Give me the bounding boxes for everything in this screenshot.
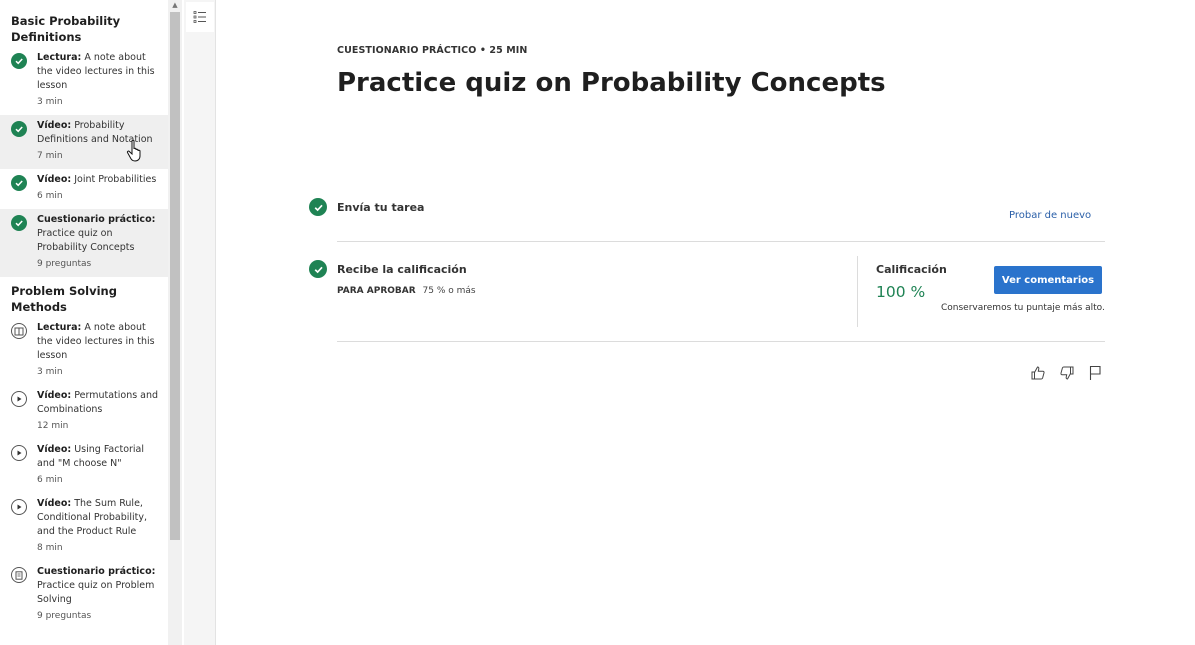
item-meta: 9 preguntas [37, 611, 92, 621]
item-name: Joint Probabilities [74, 174, 157, 185]
submit-step-label: Envía tu tarea [337, 201, 425, 214]
section-title-problem-solving: Problem Solving Methods [11, 284, 117, 314]
app-window: Basic Probability Definitions Lectura: A… [0, 0, 1195, 645]
item-meta: 12 min [37, 421, 69, 431]
item-type: Vídeo: [37, 174, 72, 185]
highest-score-note: Conservaremos tu puntaje más alto. [941, 303, 1105, 313]
divider [337, 241, 1105, 242]
sidebar-item-video-permutations[interactable]: Vídeo: Permutations and Combinations 12 … [0, 385, 168, 439]
item-type-eyebrow: CUESTIONARIO PRÁCTICO • 25 MIN [337, 45, 528, 56]
item-type: Vídeo: [37, 444, 72, 455]
check-circle-icon [309, 198, 327, 216]
thumbs-up-icon[interactable] [1029, 364, 1047, 382]
main-content: CUESTIONARIO PRÁCTICO • 25 MIN Practice … [217, 0, 1195, 645]
vertical-divider [857, 256, 858, 327]
check-circle-icon [11, 175, 27, 191]
sidebar-item-reading-note-2[interactable]: Lectura: A note about the video lectures… [0, 317, 168, 385]
play-icon [11, 391, 27, 407]
sidebar-item-quiz-problem-solving[interactable]: Cuestionario práctico: Practice quiz on … [0, 561, 168, 629]
scroll-up-arrow-icon[interactable]: ▲ [168, 0, 182, 10]
divider [337, 341, 1105, 342]
sidebar-item-video-joint-probabilities[interactable]: Vídeo: Joint Probabilities 6 min [0, 169, 168, 209]
item-type: Cuestionario práctico: [37, 566, 156, 577]
check-circle-icon [11, 53, 27, 69]
item-type: Cuestionario práctico: [37, 214, 156, 225]
table-of-contents-button[interactable] [186, 2, 214, 32]
pass-value: 75 % o más [422, 286, 476, 296]
thumbs-down-icon[interactable] [1058, 364, 1076, 382]
check-circle-icon [309, 260, 327, 278]
course-sidebar: Basic Probability Definitions Lectura: A… [0, 0, 168, 645]
sidebar-item-video-factorial[interactable]: Vídeo: Using Factorial and "M choose N" … [0, 439, 168, 493]
play-icon [11, 499, 27, 515]
section-title-basic: Basic Probability Definitions [11, 14, 121, 44]
item-meta: 9 preguntas [37, 259, 92, 269]
check-circle-icon [11, 215, 27, 231]
item-meta: 8 min [37, 543, 63, 553]
item-meta: 3 min [37, 97, 63, 107]
sidebar-item-reading-note[interactable]: Lectura: A note about the video lectures… [0, 47, 168, 115]
scrollbar-thumb[interactable] [170, 12, 180, 540]
item-meta: 3 min [37, 367, 63, 377]
pass-label: PARA APROBAR [337, 286, 416, 296]
flag-icon[interactable] [1086, 364, 1104, 382]
play-icon [11, 445, 27, 461]
hand-cursor-icon [126, 139, 141, 162]
item-type: Vídeo: [37, 120, 72, 131]
view-feedback-button[interactable]: Ver comentarios [994, 266, 1102, 294]
quiz-icon [11, 567, 27, 583]
sidebar-item-video-sum-rule[interactable]: Vídeo: The Sum Rule, Conditional Probabi… [0, 493, 168, 561]
item-name: Practice quiz on Probability Concepts [37, 228, 135, 253]
item-type: Vídeo: [37, 498, 72, 509]
list-icon [193, 11, 206, 23]
grade-value: 100 % [876, 283, 926, 301]
retry-link[interactable]: Probar de nuevo [1009, 210, 1091, 221]
grade-step-label: Recibe la calificación [337, 263, 467, 276]
item-name: Practice quiz on Problem Solving [37, 580, 155, 605]
sidebar-scrollbar[interactable]: ▲ [168, 0, 182, 645]
item-meta: 6 min [37, 475, 63, 485]
reading-icon [11, 323, 27, 339]
item-type: Lectura: [37, 52, 82, 63]
item-type: Vídeo: [37, 390, 72, 401]
grade-label: Calificación [876, 263, 947, 276]
side-toolbar [184, 0, 216, 645]
item-meta: 6 min [37, 191, 63, 201]
sidebar-item-quiz-probability-concepts[interactable]: Cuestionario práctico: Practice quiz on … [0, 209, 168, 277]
page-title: Practice quiz on Probability Concepts [337, 68, 886, 98]
item-type: Lectura: [37, 322, 82, 333]
passing-requirement: PARA APROBAR 75 % o más [337, 286, 476, 296]
check-circle-icon [11, 121, 27, 137]
